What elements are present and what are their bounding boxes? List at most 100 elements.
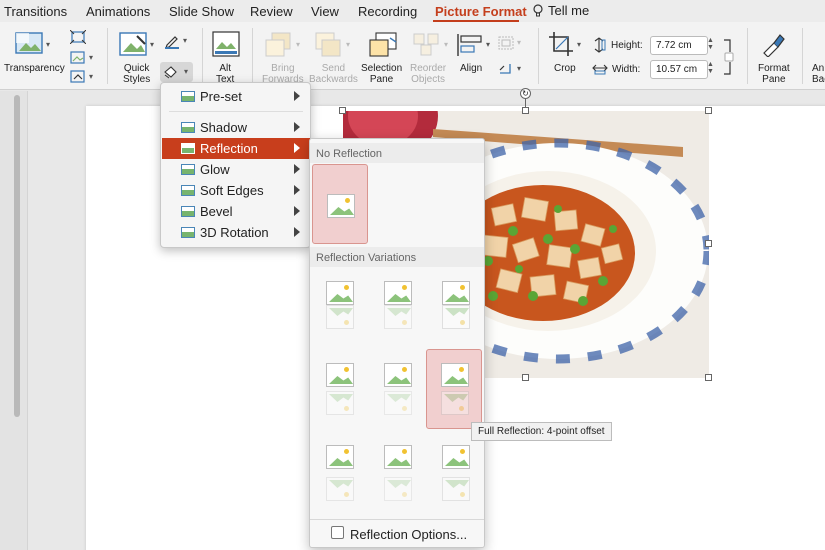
resize-handle-bottom-right[interactable] <box>705 374 712 381</box>
group-objects-chevron-icon[interactable]: ▾ <box>517 38 521 47</box>
reflection-none-option[interactable] <box>312 164 368 244</box>
submenu-arrow-icon <box>294 164 300 174</box>
tab-view[interactable]: View <box>311 4 339 19</box>
width-icon <box>592 64 608 75</box>
reorder-objects-chevron-icon[interactable]: ▾ <box>444 40 448 49</box>
tell-me-search[interactable]: Tell me <box>533 3 589 18</box>
transparency-dropdown-chevron-icon[interactable]: ▾ <box>46 40 50 49</box>
menu-item-glow[interactable]: Glow <box>162 159 310 180</box>
reflection-options-button[interactable]: Reflection Options... <box>350 527 467 542</box>
picture-border-chevron-icon[interactable]: ▾ <box>183 36 187 45</box>
resize-handle-right[interactable] <box>705 240 712 247</box>
menu-item-3d-rotation[interactable]: 3D Rotation <box>162 222 310 243</box>
tell-me-label: Tell me <box>548 3 590 18</box>
tab-picture-format[interactable]: Picture Format <box>435 4 527 19</box>
slide-thumbnails-pane[interactable] <box>0 91 28 550</box>
reorder-objects-icon[interactable] <box>412 32 442 58</box>
truncated-ribbon-label[interactable]: AnBac <box>812 63 825 85</box>
resize-handle-top-right[interactable] <box>705 107 712 114</box>
format-pane-icon[interactable] <box>760 31 786 57</box>
menu-item-label: Soft Edges <box>200 183 264 198</box>
reflection-variation-tight-touching[interactable] <box>312 269 368 349</box>
rotate-objects-chevron-icon[interactable]: ▾ <box>517 64 521 73</box>
reflection-preview-icon <box>442 477 470 501</box>
no-reflection-header: No Reflection <box>310 143 484 163</box>
menu-item-bevel[interactable]: Bevel <box>162 201 310 222</box>
submenu-arrow-icon <box>294 185 300 195</box>
picture-effects-button[interactable]: ▾ <box>160 62 193 82</box>
change-picture-icon[interactable] <box>70 51 86 65</box>
picture-thumbnail-icon <box>442 445 470 469</box>
width-stepper[interactable]: ▲ ▼ <box>707 61 714 75</box>
send-backwards-chevron-icon[interactable]: ▾ <box>346 40 350 49</box>
reflection-variation-half-touching[interactable] <box>370 269 426 349</box>
group-objects-icon[interactable] <box>498 36 514 50</box>
preset-icon <box>181 91 195 102</box>
reflection-variation-tight-8pt[interactable] <box>312 433 368 513</box>
reflection-options-checkbox[interactable] <box>331 526 344 539</box>
reset-picture-icon[interactable] <box>70 70 86 84</box>
reflection-preview-icon <box>442 305 470 329</box>
height-field[interactable]: 7.72 cm <box>650 36 708 55</box>
tab-animations[interactable]: Animations <box>86 4 150 19</box>
width-label: Width: <box>612 64 641 75</box>
selection-pane-icon[interactable] <box>368 32 398 58</box>
picture-thumbnail-icon <box>384 445 412 469</box>
menu-separator <box>169 111 303 112</box>
picture-thumbnail-icon <box>441 363 469 387</box>
tab-review[interactable]: Review <box>250 4 293 19</box>
reset-picture-chevron-icon[interactable]: ▾ <box>89 72 93 81</box>
change-picture-chevron-icon[interactable]: ▾ <box>89 53 93 62</box>
reflection-variation-full-8pt[interactable] <box>428 433 484 513</box>
picture-thumbnail-icon <box>326 363 354 387</box>
transparency-icon[interactable] <box>15 32 45 56</box>
compress-pictures-icon[interactable] <box>70 30 86 44</box>
menu-item-reflection[interactable]: Reflection <box>162 138 310 159</box>
width-field[interactable]: 10.57 cm <box>650 60 708 79</box>
bring-forwards-icon[interactable] <box>264 32 294 58</box>
reflection-variation-half-8pt[interactable] <box>370 433 426 513</box>
picture-thumbnail-icon <box>384 363 412 387</box>
menu-item-shadow[interactable]: Shadow <box>162 117 310 138</box>
height-label: Height: <box>611 40 643 51</box>
picture-border-icon[interactable] <box>164 33 180 49</box>
send-backwards-icon[interactable] <box>314 32 344 58</box>
quick-styles-icon[interactable] <box>119 32 149 58</box>
lock-aspect-ratio-icon[interactable] <box>722 38 734 76</box>
reflection-variation-full-touching[interactable] <box>428 269 484 349</box>
rotate-objects-icon[interactable] <box>498 62 514 76</box>
rotate-handle-icon[interactable]: ↻ <box>520 88 531 99</box>
ribbon-toolbar: ▾ Transparency ▾ ▾ ▾ Quick Styles ▾ ▾ Al… <box>0 22 825 90</box>
alt-text-icon[interactable] <box>212 31 240 57</box>
height-stepper[interactable]: ▲ ▼ <box>707 37 714 51</box>
resize-handle-top-left[interactable] <box>339 107 346 114</box>
menu-item-preset[interactable]: Pre-set <box>162 86 310 107</box>
menu-item-soft-edges[interactable]: Soft Edges <box>162 180 310 201</box>
reorder-objects-label: Reorder Objects <box>410 63 447 85</box>
menu-item-label: Reflection <box>200 141 258 156</box>
send-backwards-label: Send Backwards <box>309 63 358 85</box>
ribbon-separator <box>252 28 253 84</box>
picture-effects-icon <box>164 66 177 79</box>
align-icon[interactable] <box>456 32 484 58</box>
bring-forwards-chevron-icon[interactable]: ▾ <box>296 40 300 49</box>
reflection-icon <box>181 143 195 154</box>
reflection-variation-full-4pt[interactable] <box>426 349 482 429</box>
align-label: Align <box>460 63 483 74</box>
crop-icon[interactable] <box>548 31 574 57</box>
align-chevron-icon[interactable]: ▾ <box>486 40 490 49</box>
crop-chevron-icon[interactable]: ▾ <box>577 40 581 49</box>
reflection-preview-icon <box>326 391 354 415</box>
ribbon-separator <box>538 28 539 84</box>
tab-transitions[interactable]: Transitions <box>4 4 67 19</box>
reflection-preview-icon <box>384 391 412 415</box>
quick-styles-chevron-icon[interactable]: ▾ <box>150 40 154 49</box>
reflection-variation-tight-4pt[interactable] <box>312 351 368 431</box>
tab-slide-show[interactable]: Slide Show <box>169 4 234 19</box>
thumbnails-scrollbar[interactable] <box>14 95 20 417</box>
reflection-variation-half-4pt[interactable] <box>370 351 426 431</box>
menu-item-label: Pre-set <box>200 89 242 104</box>
resize-handle-top[interactable] <box>522 107 529 114</box>
tab-recording[interactable]: Recording <box>358 4 417 19</box>
resize-handle-bottom[interactable] <box>522 374 529 381</box>
